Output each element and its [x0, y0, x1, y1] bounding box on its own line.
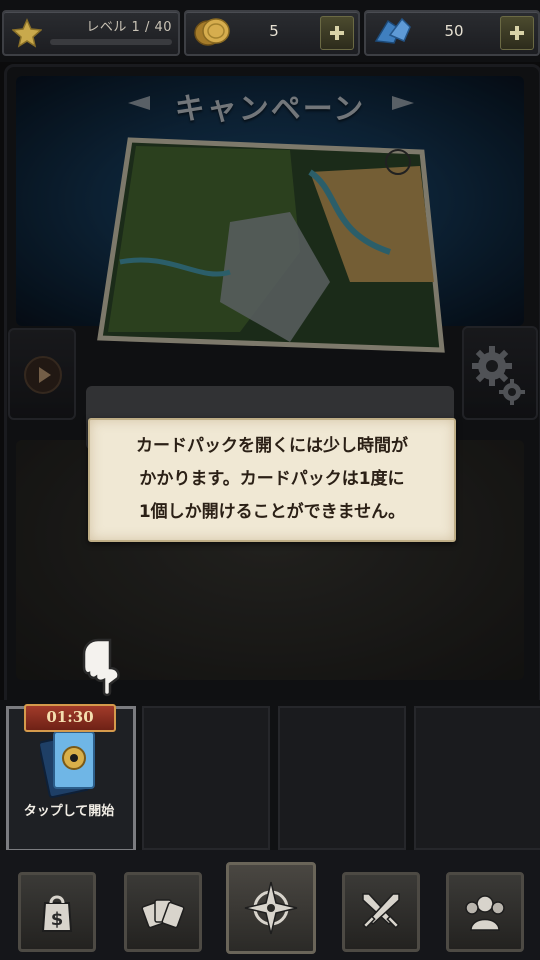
shop-icon: $ — [41, 895, 73, 932]
gem-display: 50 — [364, 10, 540, 56]
tutorial-tooltip: カードパックを開くには少し時間が かかります。カードパックは1度に 1個しか開け… — [88, 418, 456, 542]
card-slot-4[interactable] — [414, 706, 540, 850]
level-label: レベル 1 / 40 — [86, 20, 172, 35]
star-icon — [12, 18, 42, 48]
gold-coins-icon — [194, 18, 230, 46]
level-display[interactable]: レベル 1 / 40 — [2, 10, 180, 56]
tooltip-line-2: かかります。カードパックは1度に — [139, 469, 405, 489]
guild-icon — [465, 895, 505, 931]
crystal-icon — [374, 17, 411, 44]
nav-campaign-button[interactable] — [226, 862, 316, 954]
cards-icon — [141, 899, 185, 929]
pointing-hand-icon — [82, 638, 120, 697]
tooltip-text: カードパックを開くには少し時間が かかります。カードパックは1度に 1個しか開け… — [98, 430, 446, 529]
nav-guild-button[interactable] — [446, 872, 524, 952]
pack-timer: 01:30 — [24, 704, 116, 732]
gold-display: 5 — [184, 10, 360, 56]
level-progress-bar — [50, 39, 172, 45]
tooltip-line-1: カードパックを開くには少し時間が — [136, 436, 408, 456]
card-slot-2[interactable] — [142, 706, 270, 850]
card-pack-icon[interactable] — [40, 728, 100, 798]
card-slot-3[interactable] — [278, 706, 406, 850]
crossed-swords-icon — [362, 893, 400, 929]
compass-icon — [244, 881, 298, 935]
nav-cards-button[interactable] — [124, 872, 202, 952]
gem-value: 50 — [444, 22, 464, 40]
tutorial-dim-overlay — [0, 62, 540, 702]
add-gold-button[interactable] — [320, 16, 354, 50]
tap-to-start-label: タップして開始 — [23, 804, 115, 819]
svg-text:$: $ — [51, 909, 64, 930]
add-gem-button[interactable] — [500, 16, 534, 50]
tooltip-line-3: 1個しか開けることができません。 — [138, 502, 406, 522]
nav-battle-button[interactable] — [342, 872, 420, 952]
nav-shop-button[interactable]: $ — [18, 872, 96, 952]
gold-value: 5 — [269, 22, 279, 40]
